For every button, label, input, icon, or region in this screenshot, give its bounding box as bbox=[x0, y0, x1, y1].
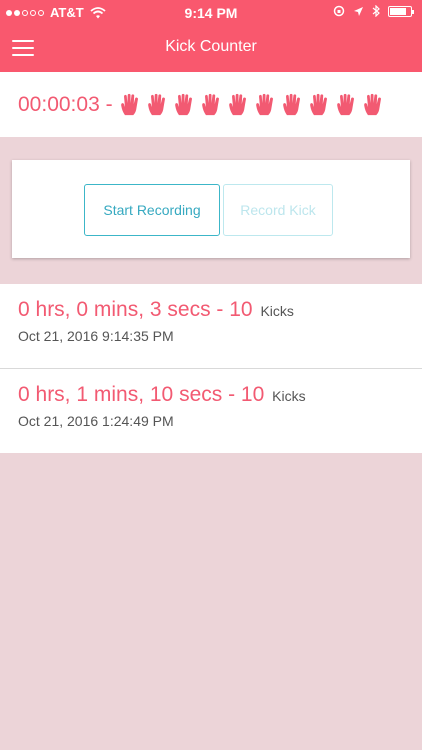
battery-icon bbox=[388, 5, 414, 17]
elapsed-timer: 00:00:03 - bbox=[18, 92, 113, 116]
hand-icon bbox=[173, 93, 196, 117]
page-title: Kick Counter bbox=[165, 38, 257, 55]
hand-icon bbox=[335, 93, 358, 117]
location-icon bbox=[354, 6, 363, 16]
status-right bbox=[333, 5, 414, 17]
hand-icon bbox=[146, 93, 169, 117]
app-header: AT&T 9:14 PM Kick Counter bbox=[0, 0, 422, 72]
start-recording-button[interactable]: Start Recording bbox=[84, 184, 220, 236]
bluetooth-icon bbox=[372, 5, 380, 17]
hand-icon bbox=[227, 93, 250, 117]
record-kicks-label: Kicks bbox=[272, 388, 306, 404]
status-bar: AT&T 9:14 PM bbox=[0, 4, 422, 22]
record-duration: 0 hrs, 0 mins, 3 secs - 10 bbox=[18, 298, 253, 321]
record-timestamp: Oct 21, 2016 9:14:35 PM bbox=[18, 328, 174, 344]
kick-hand-icons bbox=[119, 93, 385, 117]
record-kicks-label: Kicks bbox=[260, 303, 294, 319]
hand-icon bbox=[308, 93, 331, 117]
recording-controls-card: Start Recording Record Kick bbox=[12, 160, 410, 258]
hand-icon bbox=[362, 93, 385, 117]
rotation-lock-icon bbox=[333, 5, 345, 17]
record-timestamp: Oct 21, 2016 1:24:49 PM bbox=[18, 413, 174, 429]
kick-timer-row: 00:00:03 - bbox=[0, 72, 422, 137]
record-summary: 0 hrs, 0 mins, 3 secs - 10 Kicks bbox=[18, 298, 404, 322]
record-summary: 0 hrs, 1 mins, 10 secs - 10 Kicks bbox=[18, 383, 404, 407]
session-record[interactable]: 0 hrs, 1 mins, 10 secs - 10 Kicks Oct 21… bbox=[0, 369, 422, 453]
record-kick-button[interactable]: Record Kick bbox=[223, 184, 333, 236]
hand-icon bbox=[281, 93, 304, 117]
hand-icon bbox=[200, 93, 223, 117]
hand-icon bbox=[119, 93, 142, 117]
hand-icon bbox=[254, 93, 277, 117]
session-record[interactable]: 0 hrs, 0 mins, 3 secs - 10 Kicks Oct 21,… bbox=[0, 284, 422, 368]
record-duration: 0 hrs, 1 mins, 10 secs - 10 bbox=[18, 383, 265, 406]
